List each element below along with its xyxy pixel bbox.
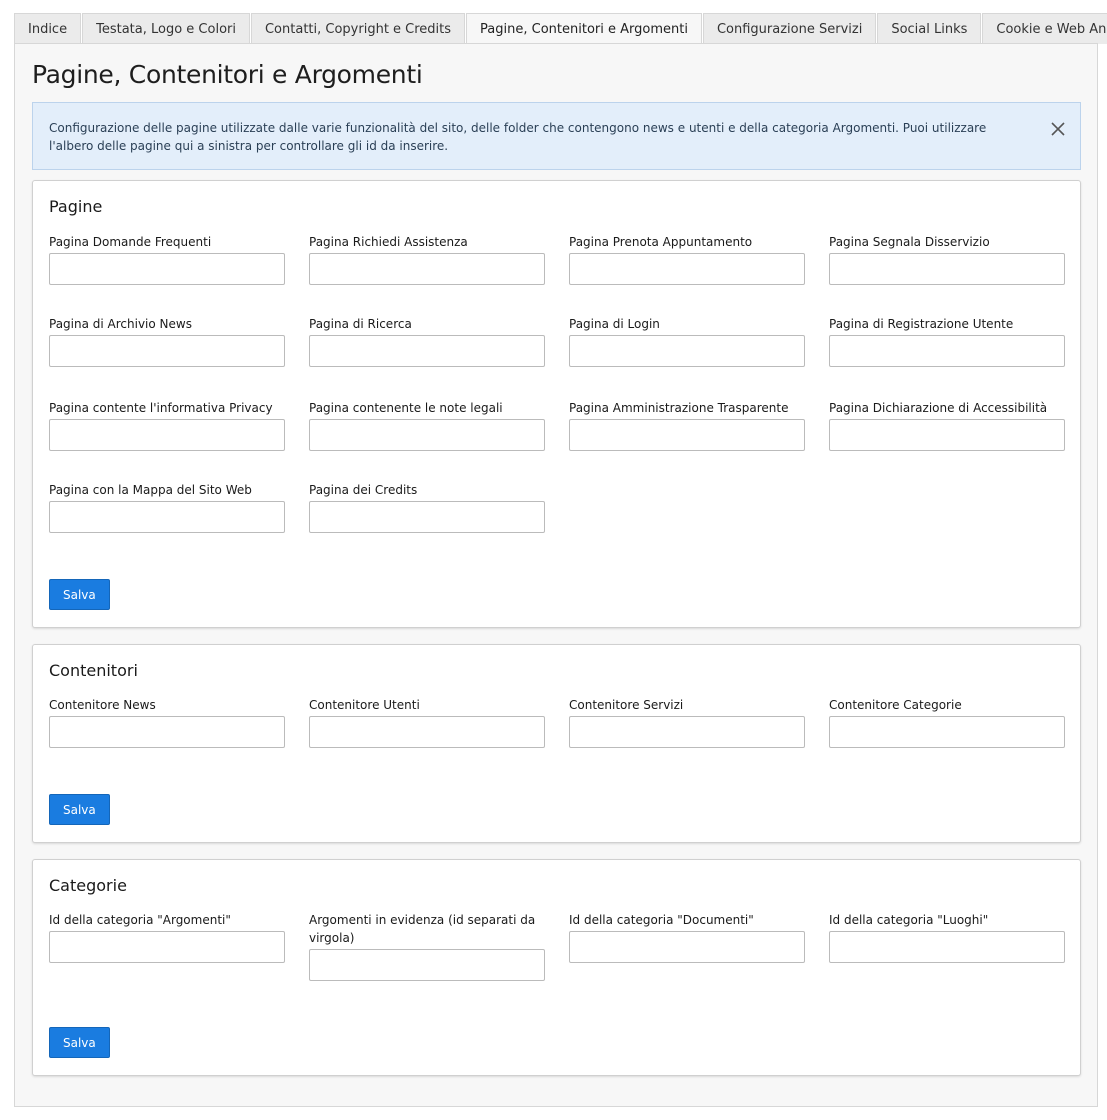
tab-contatti-copyright-credits[interactable]: Contatti, Copyright e Credits [250,13,466,44]
contenitore-categorie-input[interactable] [829,716,1065,748]
pagina-segnala-disservizio-field: Pagina Segnala Disservizio [829,233,1065,285]
categoria-documenti-field: Id della categoria "Documenti" [569,911,805,963]
pagina-prenota-appuntamento-label: Pagina Prenota Appuntamento [569,235,753,249]
pagine-save-button[interactable]: Salva [49,579,110,610]
categorie-section: Categorie Id della categoria "Argomenti"… [32,859,1081,1076]
contenitori-section: Contenitori Contenitore News Contenitore… [32,644,1081,843]
pagina-richiedi-assistenza-field: Pagina Richiedi Assistenza [309,233,545,285]
categorie-save-button[interactable]: Salva [49,1027,110,1058]
categoria-argomenti-input[interactable] [49,931,285,963]
tab-pagine-contenitori-argomenti[interactable]: Pagine, Contenitori e Argomenti [466,13,702,45]
pagina-domande-frequenti-input[interactable] [49,253,285,285]
info-alert: Configurazione delle pagine utilizzate d… [32,102,1081,170]
pagina-login-field: Pagina di Login [569,315,805,367]
contenitore-categorie-label: Contenitore Categorie [829,698,962,712]
pagina-accessibilita-label: Pagina Dichiarazione di Accessibilità [829,401,1048,415]
categoria-luoghi-input[interactable] [829,931,1065,963]
argomenti-evidenza-label: Argomenti in evidenza (id separati da vi… [309,913,536,945]
pagina-note-legali-input[interactable] [309,419,545,451]
contenitore-news-input[interactable] [49,716,285,748]
pagina-note-legali-label: Pagina contenente le note legali [309,401,503,415]
contenitore-servizi-label: Contenitore Servizi [569,698,684,712]
pagina-prenota-appuntamento-field: Pagina Prenota Appuntamento [569,233,805,285]
argomenti-evidenza-input[interactable] [309,949,545,981]
pagina-archivio-news-input[interactable] [49,335,285,367]
contenitori-section-title: Contenitori [49,661,138,680]
pagina-archivio-news-label: Pagina di Archivio News [49,317,192,331]
contenitori-save-button[interactable]: Salva [49,794,110,825]
pagina-ricerca-field: Pagina di Ricerca [309,315,545,367]
tab-social-links[interactable]: Social Links [877,13,982,44]
argomenti-evidenza-field: Argomenti in evidenza (id separati da vi… [309,911,545,981]
pagina-segnala-disservizio-label: Pagina Segnala Disservizio [829,235,990,249]
pagina-registrazione-utente-label: Pagina di Registrazione Utente [829,317,1014,331]
pagina-mappa-sito-input[interactable] [49,501,285,533]
pagina-amministrazione-trasparente-field: Pagina Amministrazione Trasparente [569,399,805,451]
info-alert-text: Configurazione delle pagine utilizzate d… [49,121,987,153]
pagina-amministrazione-trasparente-input[interactable] [569,419,805,451]
contenitore-news-field: Contenitore News [49,696,285,748]
pagina-mappa-sito-field: Pagina con la Mappa del Sito Web [49,481,285,533]
categoria-documenti-input[interactable] [569,931,805,963]
tab-panel: Pagine, Contenitori e Argomenti Configur… [14,43,1098,1107]
categoria-argomenti-field: Id della categoria "Argomenti" [49,911,285,963]
pagina-credits-input[interactable] [309,501,545,533]
tab-cookie-web-analytics[interactable]: Cookie e Web Analytics [982,13,1107,44]
pagina-domande-frequenti-label: Pagina Domande Frequenti [49,235,212,249]
contenitore-categorie-field: Contenitore Categorie [829,696,1065,748]
pagina-note-legali-field: Pagina contenente le note legali [309,399,545,451]
pagina-privacy-input[interactable] [49,419,285,451]
pagina-accessibilita-field: Pagina Dichiarazione di Accessibilità [829,399,1065,451]
pagina-credits-label: Pagina dei Credits [309,483,418,497]
pagina-archivio-news-field: Pagina di Archivio News [49,315,285,367]
pagina-privacy-field: Pagina contente l'informativa Privacy [49,399,285,451]
pagina-login-label: Pagina di Login [569,317,660,331]
categorie-section-title: Categorie [49,876,127,895]
pagina-domande-frequenti-field: Pagina Domande Frequenti [49,233,285,285]
pagina-amministrazione-trasparente-label: Pagina Amministrazione Trasparente [569,401,789,415]
categoria-documenti-label: Id della categoria "Documenti" [569,913,754,927]
pagina-ricerca-input[interactable] [309,335,545,367]
pagina-ricerca-label: Pagina di Ricerca [309,317,412,331]
contenitore-utenti-input[interactable] [309,716,545,748]
pagina-prenota-appuntamento-input[interactable] [569,253,805,285]
tab-configurazione-servizi[interactable]: Configurazione Servizi [702,13,877,44]
categoria-luoghi-label: Id della categoria "Luoghi" [829,913,989,927]
pagina-login-input[interactable] [569,335,805,367]
close-icon[interactable] [1050,121,1066,137]
contenitore-news-label: Contenitore News [49,698,156,712]
tab-bar: Indice Testata, Logo e Colori Contatti, … [14,12,1107,45]
pagina-registrazione-utente-field: Pagina di Registrazione Utente [829,315,1065,367]
pagina-privacy-label: Pagina contente l'informativa Privacy [49,401,273,415]
pagine-section: Pagine Pagina Domande Frequenti Pagina R… [32,180,1081,628]
pagina-mappa-sito-label: Pagina con la Mappa del Sito Web [49,483,252,497]
pagina-accessibilita-input[interactable] [829,419,1065,451]
contenitore-utenti-label: Contenitore Utenti [309,698,420,712]
contenitore-servizi-field: Contenitore Servizi [569,696,805,748]
categoria-luoghi-field: Id della categoria "Luoghi" [829,911,1065,963]
contenitore-servizi-input[interactable] [569,716,805,748]
contenitore-utenti-field: Contenitore Utenti [309,696,545,748]
pagina-richiedi-assistenza-input[interactable] [309,253,545,285]
page-title: Pagine, Contenitori e Argomenti [32,60,423,89]
pagina-registrazione-utente-input[interactable] [829,335,1065,367]
pagine-section-title: Pagine [49,197,103,216]
pagina-segnala-disservizio-input[interactable] [829,253,1065,285]
tab-testata-logo-colori[interactable]: Testata, Logo e Colori [82,13,250,44]
tab-indice[interactable]: Indice [14,13,82,44]
pagina-credits-field: Pagina dei Credits [309,481,545,533]
pagina-richiedi-assistenza-label: Pagina Richiedi Assistenza [309,235,468,249]
categoria-argomenti-label: Id della categoria "Argomenti" [49,913,231,927]
